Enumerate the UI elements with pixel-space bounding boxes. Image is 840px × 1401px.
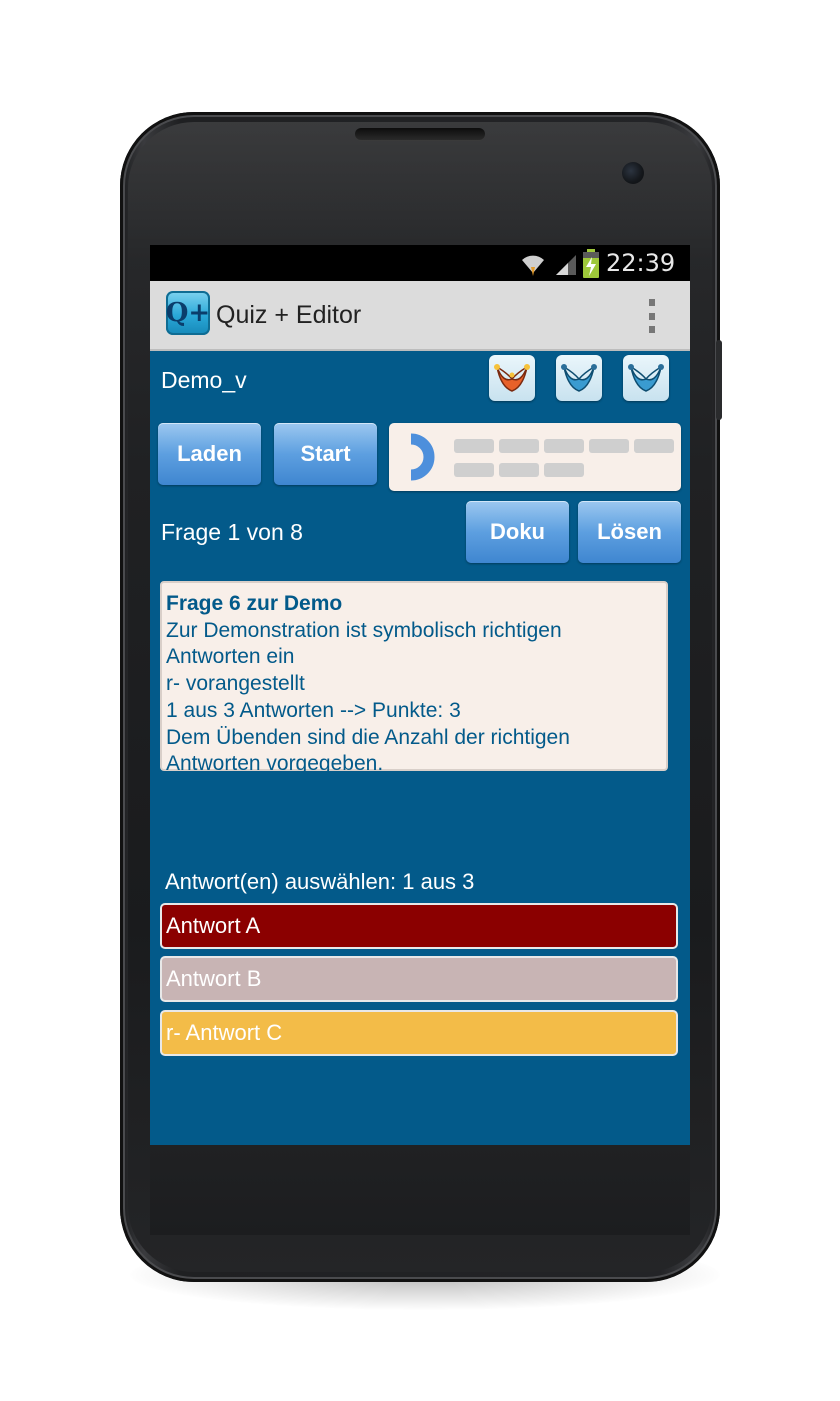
load-button[interactable]: Laden [158, 423, 261, 485]
status-bar: 22:39 [150, 245, 690, 281]
answer-prompt: Antwort(en) auswählen: 1 aus 3 [165, 869, 475, 894]
action-bar: Q+ Quiz + Editor [150, 281, 690, 351]
status-time: 22:39 [606, 249, 676, 277]
progress-segment [499, 439, 539, 453]
joker-hat-icon [494, 364, 530, 392]
progress-segment [544, 463, 584, 477]
phone-screen: 22:39 Q+ Quiz + Editor Demo_v Laden Star… [150, 245, 690, 1145]
progress-panel [389, 423, 681, 491]
question-line: r- vorangestellt [166, 672, 305, 696]
app-logo-icon[interactable]: Q+ [166, 291, 210, 335]
progress-segment [454, 463, 494, 477]
answer-option-c[interactable]: r- Antwort C [160, 1010, 678, 1056]
joker-button-2[interactable] [556, 355, 602, 401]
phone-bottom-bezel [150, 1145, 690, 1235]
front-camera [622, 162, 644, 184]
answer-option-b[interactable]: Antwort B [160, 956, 678, 1002]
power-button[interactable] [716, 340, 722, 420]
cell-signal-icon [556, 255, 576, 275]
question-title: Frage 6 zur Demo [166, 592, 343, 615]
question-line: Antworten vorgegeben. [166, 752, 384, 776]
progress-segment [589, 439, 629, 453]
joker-hat-icon [561, 364, 597, 392]
phone-gloss [128, 122, 712, 262]
app-title: Quiz + Editor [216, 301, 362, 329]
progress-segment [634, 439, 674, 453]
joker-button-1[interactable] [489, 355, 535, 401]
battery-charging-icon [583, 249, 599, 278]
joker-button-3[interactable] [623, 355, 669, 401]
question-line: 1 aus 3 Antworten --> Punkte: 3 [166, 698, 461, 722]
wifi-icon [522, 255, 544, 276]
progress-segment [499, 463, 539, 477]
question-counter: Frage 1 von 8 [161, 519, 303, 545]
doku-button[interactable]: Doku [466, 501, 569, 563]
solve-button[interactable]: Lösen [578, 501, 681, 563]
start-button[interactable]: Start [274, 423, 377, 485]
quiz-file-name: Demo_v [161, 367, 247, 393]
question-text-box: Frage 6 zur Demo Zur Demonstration ist s… [160, 581, 668, 775]
answer-option-a[interactable]: Antwort A [160, 903, 678, 949]
question-line: Zur Demonstration ist symbolisch richtig… [166, 618, 562, 642]
progress-segment [544, 439, 584, 453]
earpiece-speaker [355, 128, 485, 140]
overflow-menu-icon[interactable] [644, 299, 660, 333]
question-line: Antworten ein [166, 645, 295, 669]
progress-segment [454, 439, 494, 453]
question-line: Dem Übenden sind die Anzahl der richtige… [166, 725, 570, 749]
joker-hat-icon [628, 364, 664, 392]
progress-ring [410, 433, 435, 481]
